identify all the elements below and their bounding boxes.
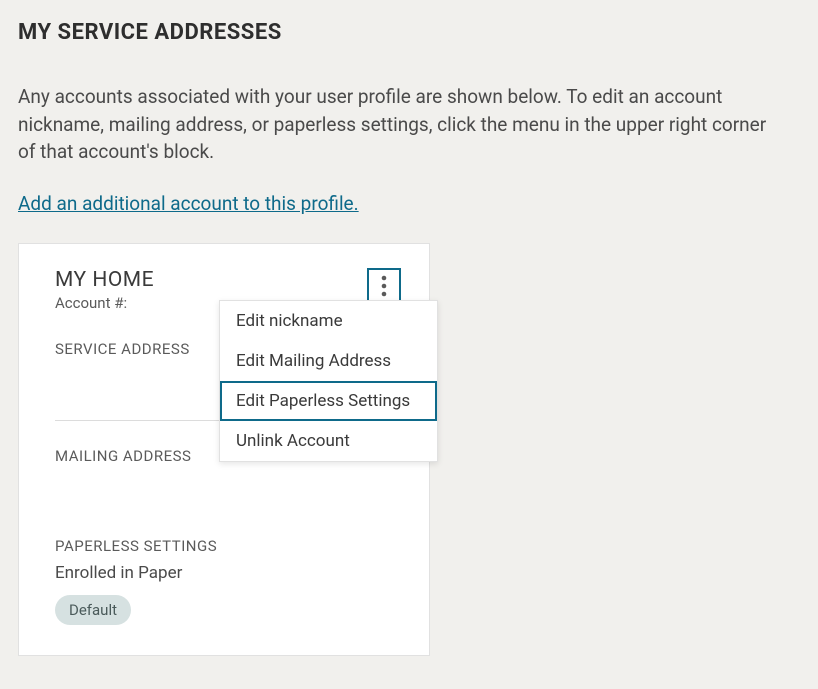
paperless-settings-label: PAPERLESS SETTINGS [55,537,401,555]
account-number-label: Account #: [55,294,154,312]
account-title: MY HOME [55,268,154,292]
add-account-link[interactable]: Add an additional account to this profil… [18,192,359,215]
menu-item-edit-mailing-address[interactable]: Edit Mailing Address [220,341,437,381]
account-card: MY HOME Account #: SERVICE ADDRESS MAILI… [18,243,430,656]
account-dropdown-menu: Edit nickname Edit Mailing Address Edit … [219,300,438,462]
menu-item-unlink-account[interactable]: Unlink Account [220,421,437,461]
default-badge: Default [55,595,131,625]
menu-item-edit-nickname[interactable]: Edit nickname [220,301,437,341]
account-menu-button[interactable] [367,268,401,304]
kebab-icon [381,275,387,297]
page-title: MY SERVICE ADDRESSES [18,20,800,45]
menu-item-edit-paperless-settings[interactable]: Edit Paperless Settings [220,381,437,421]
paperless-status: Enrolled in Paper [55,563,401,583]
page-description: Any accounts associated with your user p… [18,83,788,166]
